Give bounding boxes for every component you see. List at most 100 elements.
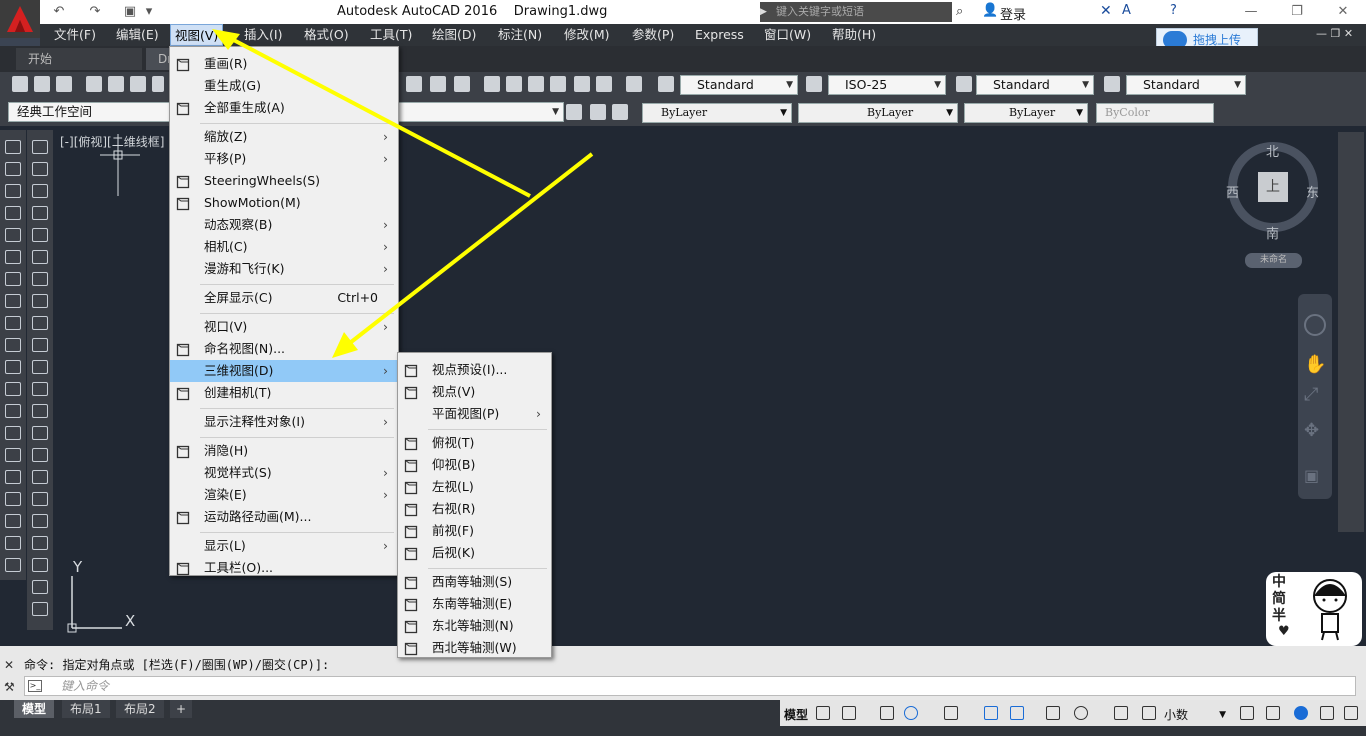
hardware-accel-icon[interactable]	[1266, 706, 1280, 720]
help-icon[interactable]: ?	[1170, 3, 1177, 18]
save-icon[interactable]	[56, 76, 72, 92]
units-select[interactable]: 小数 ▼	[1164, 704, 1230, 726]
dimension-tool-16-icon[interactable]	[32, 492, 48, 506]
showmotion-nav-icon[interactable]: ▣	[1304, 466, 1319, 485]
polar-icon[interactable]	[904, 706, 918, 720]
login-link[interactable]: 登录	[1000, 4, 1026, 23]
color-select[interactable]: ByLayer ▼	[642, 103, 792, 123]
ortho-icon[interactable]	[880, 706, 894, 720]
menu-help[interactable]: 帮助(H)	[828, 24, 880, 46]
pan-hand-icon[interactable]: ✋	[1304, 354, 1326, 375]
menu-modify[interactable]: 修改(M)	[560, 24, 614, 46]
view_menu-item-6[interactable]: SteeringWheels(S)	[170, 170, 398, 192]
dimension-tool-19-icon[interactable]	[32, 558, 48, 572]
calculator-icon[interactable]	[596, 76, 612, 92]
quick-properties-icon[interactable]	[1046, 706, 1060, 720]
submenu_3d-item-7[interactable]: 右视(R)	[398, 498, 551, 520]
circle-tool-icon[interactable]	[5, 272, 21, 286]
dimension-tool-12-icon[interactable]	[32, 404, 48, 418]
view_menu-item-10[interactable]: 漫游和飞行(K) ›	[170, 258, 398, 280]
osnap-tracking-icon[interactable]	[944, 706, 958, 720]
tool-palettes-icon[interactable]	[528, 76, 544, 92]
compass-east[interactable]: 东	[1306, 182, 1319, 201]
dimension-tool-10-icon[interactable]	[32, 360, 48, 374]
layer-icon[interactable]	[566, 104, 582, 120]
view_menu-item-15[interactable]: 命名视图(N)...	[170, 338, 398, 360]
submenu_3d-item-12[interactable]: 东南等轴测(E)	[398, 593, 551, 615]
view_menu-item-14[interactable]: 视口(V) ›	[170, 316, 398, 338]
polyline-tool-icon[interactable]	[5, 184, 21, 198]
submenu_3d-item-8[interactable]: 前视(F)	[398, 520, 551, 542]
make-block-tool-icon[interactable]	[5, 404, 21, 418]
publish-icon[interactable]	[130, 76, 146, 92]
view_menu-item-23[interactable]: 渲染(E) ›	[170, 484, 398, 506]
command-input[interactable]: 键入命令	[24, 676, 1356, 696]
dimension-tool-15-icon[interactable]	[32, 470, 48, 484]
redo-icon[interactable]: ↷	[84, 3, 106, 21]
table-tool-icon[interactable]	[5, 514, 21, 528]
construction-line-tool-icon[interactable]	[5, 162, 21, 176]
line-tool-icon[interactable]	[5, 140, 21, 154]
application-menu-button[interactable]	[0, 0, 40, 38]
dimension-tool-17-icon[interactable]	[32, 514, 48, 528]
zoom-window-icon[interactable]	[406, 76, 422, 92]
compass-south[interactable]: 南	[1266, 223, 1279, 242]
isolate-icon[interactable]	[1240, 706, 1254, 720]
new-file-icon[interactable]	[12, 76, 28, 92]
view_menu-item-8[interactable]: 动态观察(B) ›	[170, 214, 398, 236]
zoom-previous-icon[interactable]	[430, 76, 446, 92]
compass-north[interactable]: 北	[1266, 141, 1279, 160]
multiline-text-tool-icon[interactable]	[5, 536, 21, 550]
customize-menu-icon[interactable]	[1344, 706, 1358, 720]
tab-model[interactable]: 模型	[14, 700, 55, 718]
lineweight-select[interactable]: ByLayer ▼	[964, 103, 1088, 123]
menu-draw[interactable]: 绘图(D)	[428, 24, 480, 46]
undo-icon[interactable]: ↶	[48, 3, 70, 21]
dimension-tool-13-icon[interactable]	[32, 426, 48, 440]
markup-icon[interactable]	[574, 76, 590, 92]
view_menu-item-1[interactable]: 重生成(G)	[170, 75, 398, 97]
view_menu-item-24[interactable]: 运动路径动画(M)...	[170, 506, 398, 528]
viewcube-top-face[interactable]: 上	[1258, 172, 1288, 202]
ucs-menu[interactable]: 未命名	[1245, 253, 1302, 268]
polygon-tool-icon[interactable]	[5, 206, 21, 220]
dimension-tool-5-icon[interactable]	[32, 250, 48, 264]
print-icon[interactable]	[86, 76, 102, 92]
submenu_3d-item-14[interactable]: 西北等轴测(W)	[398, 637, 551, 659]
view_menu-item-19[interactable]: 显示注释性对象(I) ›	[170, 411, 398, 433]
add-layout-icon[interactable]: +	[170, 700, 193, 718]
doc-window-controls[interactable]: — ❐ ✕	[1316, 27, 1353, 40]
close-command-icon[interactable]: ✕	[4, 658, 14, 672]
layer-previous-icon[interactable]	[590, 104, 606, 120]
menu-view[interactable]: 视图(V)	[170, 24, 224, 46]
view_menu-item-22[interactable]: 视觉样式(S) ›	[170, 462, 398, 484]
view_menu-item-4[interactable]: 缩放(Z) ›	[170, 126, 398, 148]
zoom-realtime-icon[interactable]	[454, 76, 470, 92]
ellipse-tool-icon[interactable]	[5, 338, 21, 352]
rectangle-tool-icon[interactable]	[5, 228, 21, 242]
workspace-icon[interactable]: ▣	[122, 3, 138, 21]
dimension-tool-4-icon[interactable]	[32, 228, 48, 242]
dimension-tool-6-icon[interactable]	[32, 272, 48, 286]
spline-tool-icon[interactable]	[5, 316, 21, 330]
submenu_3d-item-2[interactable]: 平面视图(P) ›	[398, 403, 551, 425]
grid-icon[interactable]	[816, 706, 830, 720]
snap-icon[interactable]	[842, 706, 856, 720]
zoom-extents-icon[interactable]: ⤢	[1304, 384, 1318, 405]
dimension-tool-11-icon[interactable]	[32, 382, 48, 396]
revision-cloud-tool-icon[interactable]	[5, 294, 21, 308]
gradient-tool-icon[interactable]	[5, 470, 21, 484]
dimension-tool-8-icon[interactable]	[32, 316, 48, 330]
customize-wrench-icon[interactable]: ⚒	[4, 680, 15, 694]
plotstyle-select[interactable]: ByColor	[1096, 103, 1214, 123]
annotation-plus-icon[interactable]	[1114, 706, 1128, 720]
compass-west[interactable]: 西	[1226, 182, 1239, 201]
menu-dimension[interactable]: 标注(N)	[494, 24, 546, 46]
menu-express[interactable]: Express	[691, 24, 748, 46]
search-expand-icon[interactable]: ▶	[760, 2, 770, 22]
view_menu-item-5[interactable]: 平移(P) ›	[170, 148, 398, 170]
ellipse-arc-tool-icon[interactable]	[5, 360, 21, 374]
dimension-tool-9-icon[interactable]	[32, 338, 48, 352]
view_menu-item-0[interactable]: 重画(R)	[170, 53, 398, 75]
submenu_3d-item-13[interactable]: 东北等轴测(N)	[398, 615, 551, 637]
